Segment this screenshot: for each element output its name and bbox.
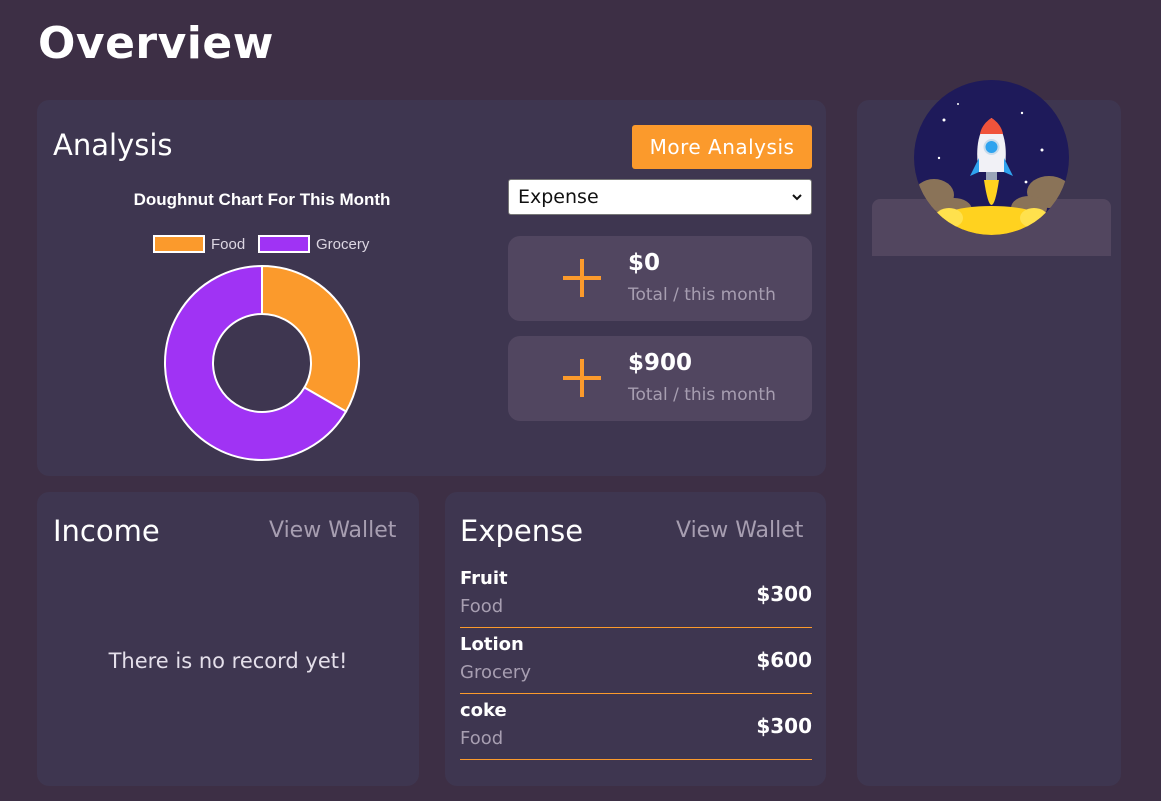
expense-view-wallet-link[interactable]: View Wallet — [676, 518, 803, 543]
more-analysis-button[interactable]: More Analysis — [632, 125, 812, 169]
expense-category: Food — [460, 728, 504, 749]
expense-name: coke — [460, 700, 507, 721]
chart-title: Doughnut Chart For This Month — [133, 190, 391, 209]
legend-swatch-food — [153, 235, 205, 253]
analysis-title: Analysis — [53, 128, 173, 162]
income-card: Income View Wallet There is no record ye… — [37, 492, 419, 786]
analysis-card: Analysis More Analysis Expense $0 Total … — [37, 100, 826, 476]
stat-label: Total / this month — [628, 285, 776, 305]
stat-amount: $0 — [628, 250, 661, 276]
expense-list: Fruit Food $300 Lotion Grocery $600 coke… — [460, 562, 812, 760]
income-empty-message: There is no record yet! — [108, 649, 348, 673]
page-title: Overview — [38, 18, 274, 69]
doughnut-slice-food[interactable] — [261, 264, 360, 413]
expense-category: Food — [460, 596, 504, 617]
income-view-wallet-link[interactable]: View Wallet — [269, 518, 396, 543]
profile-card — [857, 80, 1121, 786]
legend-item-food[interactable]: Food — [153, 235, 245, 253]
doughnut-chart[interactable] — [163, 264, 361, 462]
legend-swatch-grocery — [258, 235, 310, 253]
stat-box-2[interactable]: $900 Total / this month — [508, 336, 812, 421]
type-select-value: Expense — [518, 186, 599, 208]
expense-row[interactable]: Lotion Grocery $600 — [460, 628, 812, 694]
legend-label-food: Food — [211, 235, 246, 253]
chevron-down-icon — [792, 194, 802, 201]
plus-icon — [563, 359, 601, 397]
expense-amount: $300 — [756, 714, 812, 738]
expense-name: Lotion — [460, 634, 524, 655]
expense-name: Fruit — [460, 568, 508, 589]
expense-row[interactable]: Fruit Food $300 — [460, 562, 812, 628]
rocket-avatar[interactable] — [914, 80, 1069, 235]
legend-item-grocery[interactable]: Grocery — [258, 235, 369, 253]
stat-amount: $900 — [628, 350, 693, 376]
expense-card: Expense View Wallet Fruit Food $300 Loti… — [445, 492, 826, 786]
legend-label-grocery: Grocery — [316, 235, 370, 253]
expense-row[interactable]: coke Food $300 — [460, 694, 812, 760]
plus-icon — [563, 259, 601, 297]
expense-category: Grocery — [460, 662, 531, 683]
income-title: Income — [53, 514, 160, 548]
type-select[interactable]: Expense — [508, 179, 812, 215]
expense-amount: $300 — [756, 582, 812, 606]
expense-title: Expense — [460, 514, 584, 548]
stat-label: Total / this month — [628, 385, 776, 405]
expense-amount: $600 — [756, 648, 812, 672]
stat-box-1[interactable]: $0 Total / this month — [508, 236, 812, 321]
